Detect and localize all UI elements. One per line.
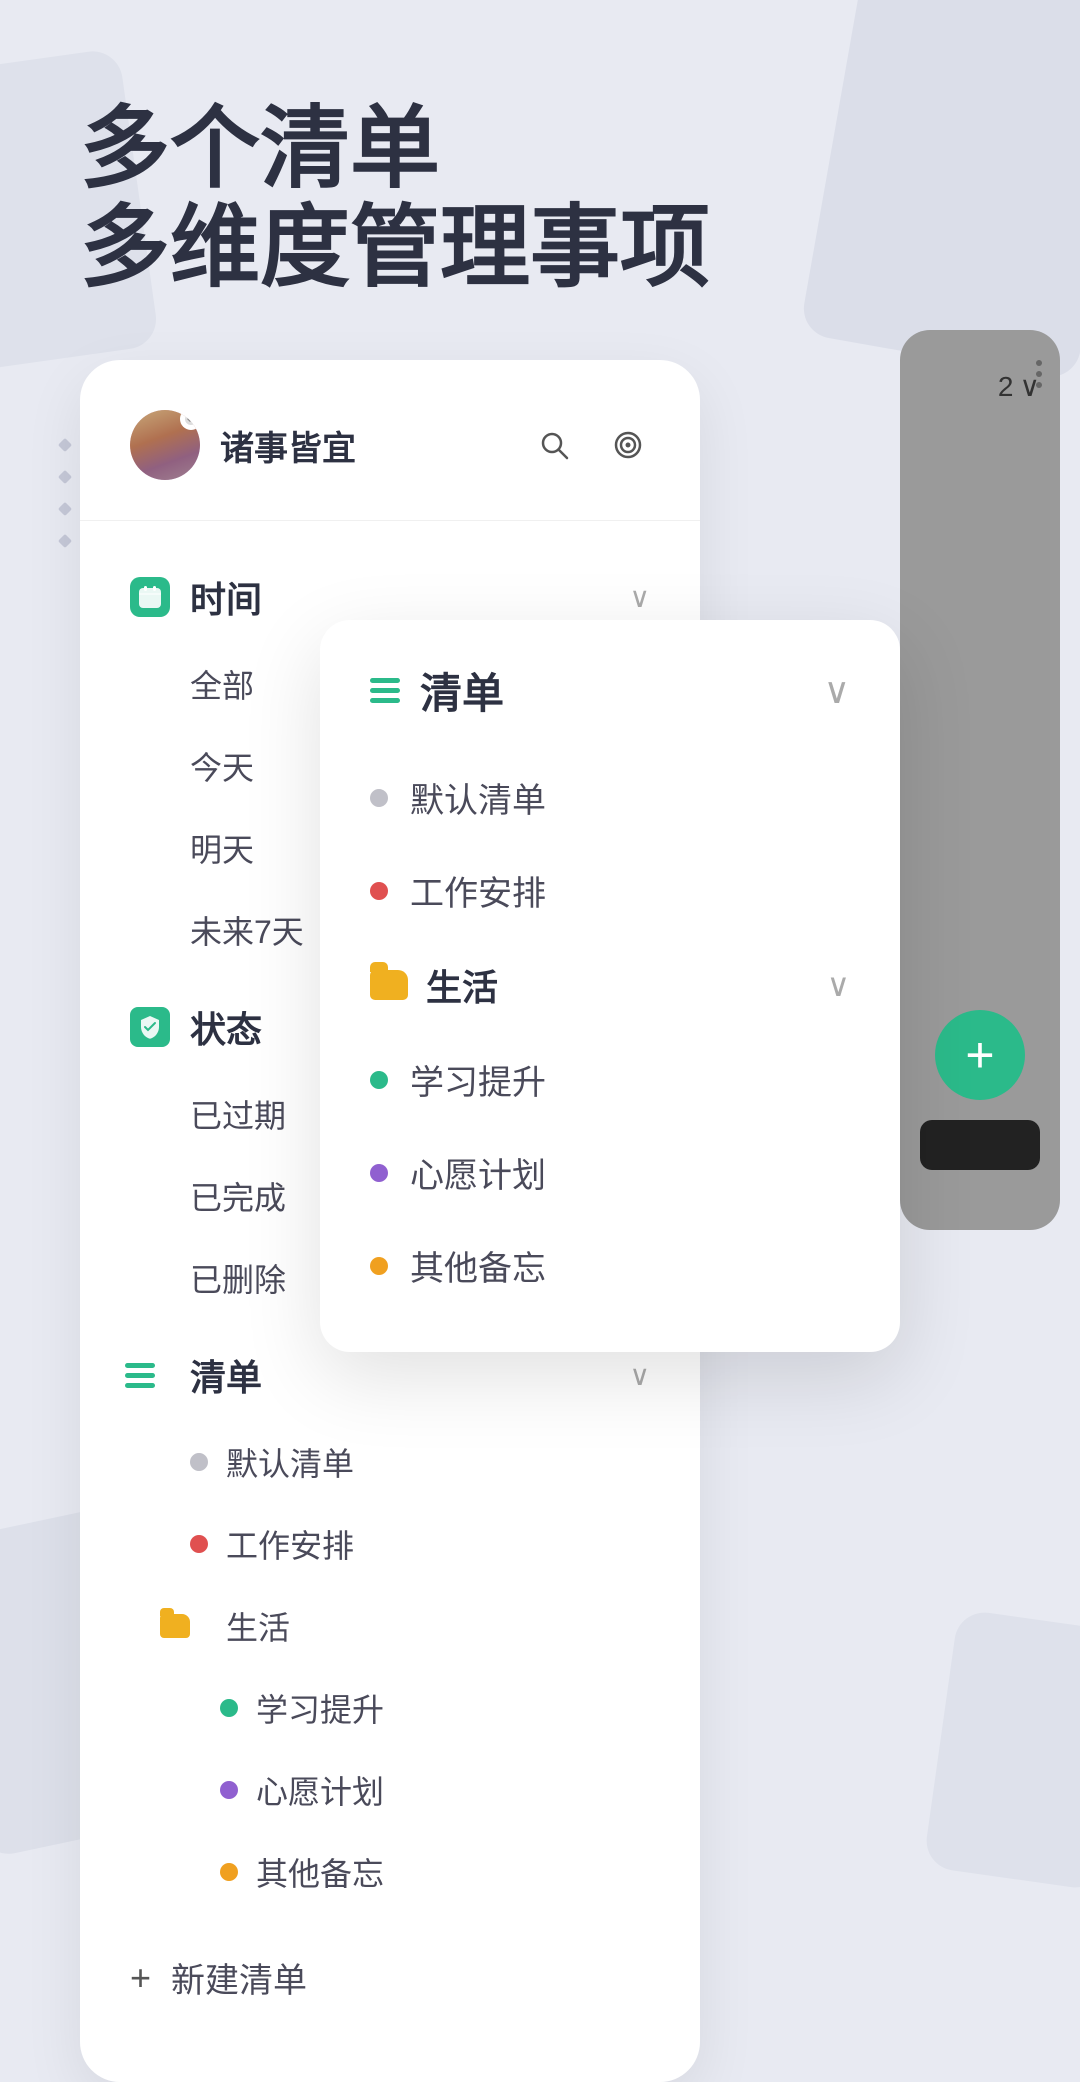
dropdown-life-group[interactable]: 生活 ∨	[370, 937, 850, 1033]
phone-counter: 2 ∨	[998, 370, 1040, 403]
dropdown-title: 清单	[420, 660, 824, 721]
dropdown-dot-purple	[370, 1164, 388, 1182]
category-list: 清单 ∨ 默认清单 工作安排 生活	[130, 1329, 650, 1913]
phone-more	[1036, 360, 1042, 388]
status-icon	[130, 1007, 170, 1047]
dropdown-chevron: ∨	[824, 670, 850, 712]
new-list-label: 新建清单	[171, 1953, 307, 2002]
dot-orange	[220, 1863, 238, 1881]
time-chevron: ∨	[630, 581, 651, 614]
header-title-line2: 多维度管理事项	[80, 199, 1000, 298]
phone-mockup: 2 ∨ +	[900, 330, 1060, 1230]
dropdown-work[interactable]: 工作安排	[370, 844, 850, 937]
target-button[interactable]	[606, 423, 650, 467]
search-icon	[537, 428, 571, 462]
dot-green	[220, 1699, 238, 1717]
dropdown-default[interactable]: 默认清单	[370, 751, 850, 844]
target-icon	[611, 428, 645, 462]
calendar-icon	[130, 577, 170, 617]
dropdown-life-chevron: ∨	[827, 966, 850, 1004]
header: 多个清单 多维度管理事项	[0, 0, 1080, 358]
verified-icon	[184, 412, 198, 426]
avatar[interactable]	[130, 410, 200, 480]
dropdown-dot-red	[370, 882, 388, 900]
dropdown-card: 清单 ∨ 默认清单 工作安排 生活 ∨ 学习提升 心愿计划 其他备忘	[320, 620, 900, 1352]
plus-icon: +	[130, 1957, 151, 1999]
list-default[interactable]: 默认清单	[130, 1421, 650, 1503]
dot-gray	[190, 1453, 208, 1471]
list-notes[interactable]: 其他备忘	[130, 1831, 650, 1913]
dropdown-dot-gray	[370, 789, 388, 807]
header-icons	[532, 423, 650, 467]
dropdown-wish[interactable]: 心愿计划	[370, 1126, 850, 1219]
dropdown-dot-green	[370, 1071, 388, 1089]
list-work[interactable]: 工作安排	[130, 1503, 650, 1585]
dropdown-folder-icon	[370, 970, 408, 1000]
dot-red	[190, 1535, 208, 1553]
dot-purple	[220, 1781, 238, 1799]
phone-plus-icon: +	[965, 1030, 994, 1080]
dropdown-dot-orange	[370, 1257, 388, 1275]
list-label: 清单	[190, 1349, 630, 1401]
main-content: 诸事皆宜	[0, 360, 1080, 1920]
list-lines-icon	[130, 1355, 170, 1395]
list-study[interactable]: 学习提升	[130, 1667, 650, 1749]
phone-add-button[interactable]: +	[935, 1010, 1025, 1100]
dropdown-wish-label: 心愿计划	[410, 1148, 546, 1197]
dropdown-notes-label: 其他备忘	[410, 1241, 546, 1290]
dropdown-list-icon	[370, 678, 400, 703]
new-list-button[interactable]: + 新建清单	[80, 1923, 700, 2032]
list-chevron: ∨	[630, 1359, 651, 1392]
dropdown-study-label: 学习提升	[410, 1055, 546, 1104]
folder-icon	[160, 1614, 190, 1638]
header-title-line1: 多个清单	[80, 100, 1000, 199]
dropdown-header[interactable]: 清单 ∨	[370, 660, 850, 721]
list-wish[interactable]: 心愿计划	[130, 1749, 650, 1831]
time-label: 时间	[190, 571, 630, 623]
phone-bottom-bar	[920, 1120, 1040, 1170]
folder-life-label: 生活	[226, 1603, 290, 1649]
folder-life[interactable]: 生活	[130, 1585, 650, 1667]
dropdown-notes[interactable]: 其他备忘	[370, 1219, 850, 1312]
dropdown-work-label: 工作安排	[410, 866, 546, 915]
dropdown-life-label: 生活	[426, 959, 809, 1011]
dropdown-default-label: 默认清单	[410, 773, 546, 822]
user-name: 诸事皆宜	[220, 421, 532, 470]
search-button[interactable]	[532, 423, 576, 467]
app-header: 诸事皆宜	[80, 410, 700, 521]
avatar-badge	[180, 410, 200, 430]
dropdown-study[interactable]: 学习提升	[370, 1033, 850, 1126]
